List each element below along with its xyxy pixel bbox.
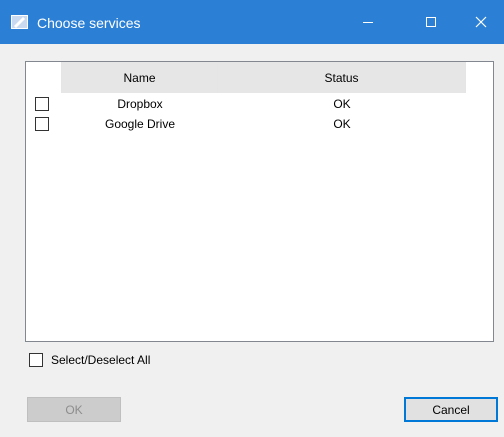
maximize-icon: [426, 17, 436, 27]
close-icon: [475, 16, 487, 28]
minimize-button[interactable]: [345, 0, 391, 44]
app-icon: [11, 15, 28, 29]
service-status: OK: [333, 117, 351, 131]
row-checkbox[interactable]: [35, 117, 49, 131]
list-item[interactable]: Dropbox OK: [26, 95, 493, 114]
select-all-checkbox[interactable]: Select/Deselect All: [29, 352, 150, 368]
column-header-status[interactable]: Status: [218, 62, 466, 93]
window-title: Choose services: [37, 15, 141, 31]
select-all-label: Select/Deselect All: [51, 353, 151, 367]
service-name: Google Drive: [104, 117, 176, 131]
list-header: Name Status: [26, 62, 493, 93]
services-list[interactable]: Name Status Dropbox OK Google Drive OK: [25, 61, 494, 342]
column-header-name[interactable]: Name: [62, 62, 218, 93]
minimize-icon: [363, 22, 373, 23]
title-bar[interactable]: Choose services: [0, 0, 504, 44]
service-name: Dropbox: [117, 97, 163, 111]
column-header-checkbox[interactable]: [26, 62, 62, 93]
row-checkbox[interactable]: [35, 97, 49, 111]
column-header-filler: [466, 62, 493, 93]
ok-button[interactable]: OK: [27, 397, 121, 422]
close-button[interactable]: [458, 0, 504, 44]
service-status: OK: [333, 97, 351, 111]
cancel-button[interactable]: Cancel: [404, 397, 498, 422]
select-all-box[interactable]: [29, 353, 43, 367]
maximize-button[interactable]: [408, 0, 454, 44]
list-item[interactable]: Google Drive OK: [26, 115, 493, 134]
